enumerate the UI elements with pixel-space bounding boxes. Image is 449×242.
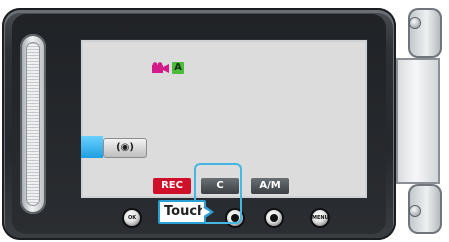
lcd-hinge	[396, 0, 449, 242]
menu-button[interactable]: MENU	[312, 210, 329, 226]
menu-label: MENU	[312, 215, 329, 221]
stabilizer-tab-marker	[81, 136, 103, 158]
touch-sensor-ribs	[26, 42, 40, 206]
video-camera-icon	[152, 62, 169, 73]
hinge-top	[408, 8, 442, 58]
image-stabilizer-control[interactable]: (◉)	[81, 136, 151, 158]
tab-rec[interactable]: REC	[153, 178, 191, 194]
auto-mode-badge: A	[172, 62, 184, 74]
hinge-middle	[396, 58, 440, 184]
touch-callout-arrow-fill	[202, 207, 210, 217]
ok-button[interactable]: OK	[124, 210, 140, 226]
image-stabilizer-button[interactable]: (◉)	[103, 138, 147, 158]
recording-mode-indicator: A	[152, 62, 190, 76]
tab-auto-manual[interactable]: A/M	[251, 178, 289, 194]
operation-button-2-center	[270, 214, 278, 222]
touch-sensor-strip[interactable]	[20, 34, 46, 214]
ok-label: OK	[127, 215, 137, 221]
hinge-screw-bottom	[410, 206, 420, 216]
touch-callout: Touch	[158, 200, 206, 224]
touch-callout-arrow	[202, 205, 214, 219]
hinge-screw-top	[410, 18, 420, 28]
operation-button-2[interactable]	[266, 210, 282, 226]
